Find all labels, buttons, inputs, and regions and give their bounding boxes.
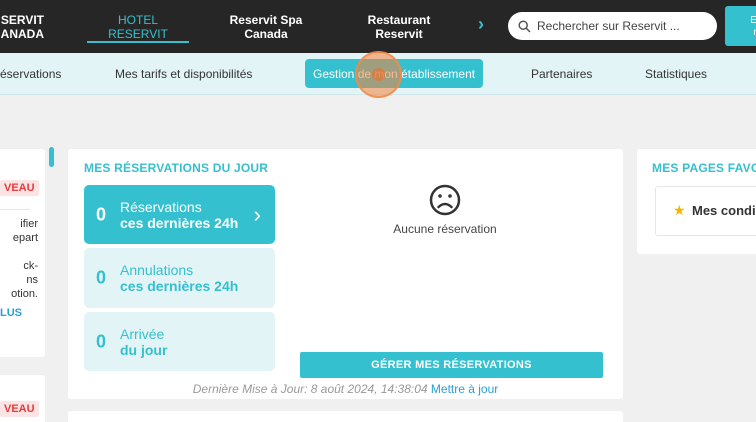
stat-reservations-24h[interactable]: 0 Réservations ces dernières 24h › xyxy=(84,185,275,244)
secondary-card xyxy=(68,411,623,422)
last-update-line: Dernière Mise à Jour: 8 août 2024, 14:38… xyxy=(68,382,623,396)
subnav-statistiques[interactable]: Statistiques xyxy=(645,53,707,95)
favorite-item-label: Mes condi xyxy=(692,203,756,218)
stat-label: Réservations xyxy=(120,199,202,215)
cursor-click-indicator xyxy=(355,51,402,98)
news-text-line: epart xyxy=(12,232,38,244)
cta-line1: Ef xyxy=(750,15,756,26)
reservations-title: MES RÉSERVATIONS DU JOUR xyxy=(84,161,269,175)
scroll-indicator[interactable] xyxy=(49,147,54,167)
brand-reservit-canada[interactable]: SERVIT ANADA xyxy=(0,0,44,53)
stat-label: Annulations xyxy=(120,262,194,278)
divider xyxy=(0,209,30,210)
stat-sublabel: ces dernières 24h xyxy=(120,215,239,231)
brand-line2: ANADA xyxy=(0,26,44,41)
top-tab-line2: RESERVIT xyxy=(108,26,168,41)
stat-sublabel: du jour xyxy=(120,342,168,358)
search-box[interactable] xyxy=(508,12,717,40)
search-input[interactable] xyxy=(537,19,707,33)
new-badge: VEAU xyxy=(0,180,39,196)
brand-line1: SERVIT xyxy=(0,12,44,27)
manage-reservations-button[interactable]: GÉRER MES RÉSERVATIONS xyxy=(300,352,603,378)
star-icon: ★ xyxy=(673,202,686,218)
stat-annulations-24h[interactable]: 0 Annulations ces dernières 24h xyxy=(84,248,275,308)
top-tab-line2: Canada xyxy=(244,26,288,41)
top-tab-line1: HOTEL xyxy=(117,12,158,27)
top-tab-hotel-reservit[interactable]: HOTEL RESERVIT xyxy=(87,0,189,53)
chevron-right-icon[interactable]: › xyxy=(478,14,484,35)
top-tab-line1: Reservit Spa xyxy=(229,12,303,27)
news-text-line: ifier xyxy=(20,218,38,230)
stat-count: 0 xyxy=(96,204,107,224)
stat-arrivee-du-jour[interactable]: 0 Arrivée du jour xyxy=(84,312,275,371)
read-more-link[interactable]: LUS xyxy=(0,307,22,319)
active-tab-underline xyxy=(87,41,189,43)
search-icon xyxy=(518,19,531,33)
top-tab-line2: Reservit xyxy=(375,26,423,41)
new-badge: VEAU xyxy=(0,401,39,417)
news-card: VEAU ifier epart ck- ns otion. LUS xyxy=(0,149,45,357)
news-text-line: ns xyxy=(26,274,38,286)
no-reservation-text: Aucune réservation xyxy=(393,222,497,236)
stat-count: 0 xyxy=(96,267,107,288)
top-navigation-bar: SERVIT ANADA HOTEL RESERVIT Reservit Spa… xyxy=(0,0,756,53)
last-update-timestamp: Dernière Mise à Jour: 8 août 2024, 14:38… xyxy=(192,382,428,396)
news-card: VEAU xyxy=(0,375,45,422)
chevron-right-icon: › xyxy=(253,201,261,227)
refresh-link[interactable]: Mettre à jour xyxy=(431,382,498,396)
news-text-line: ck- xyxy=(23,260,38,272)
stat-sublabel: ces dernières 24h xyxy=(120,278,239,294)
subnav-reservations[interactable]: éservations xyxy=(0,53,61,95)
subnav-partenaires[interactable]: Partenaires xyxy=(531,53,592,95)
top-tab-line1: Restaurant xyxy=(367,12,431,27)
top-tab-reservit-spa[interactable]: Reservit Spa Canada xyxy=(218,0,314,53)
sad-face-icon xyxy=(429,184,461,216)
subnav-tarifs-disponibilites[interactable]: Mes tarifs et disponibilités xyxy=(115,53,252,95)
top-action-button[interactable]: Ef r xyxy=(725,6,756,46)
news-text-line: otion. xyxy=(11,288,38,300)
stat-label: Arrivée xyxy=(120,326,165,342)
top-tab-restaurant-reservit[interactable]: Restaurant Reservit xyxy=(352,0,446,53)
favorites-title: MES PAGES FAVOR xyxy=(652,161,756,175)
stat-count: 0 xyxy=(96,331,107,351)
